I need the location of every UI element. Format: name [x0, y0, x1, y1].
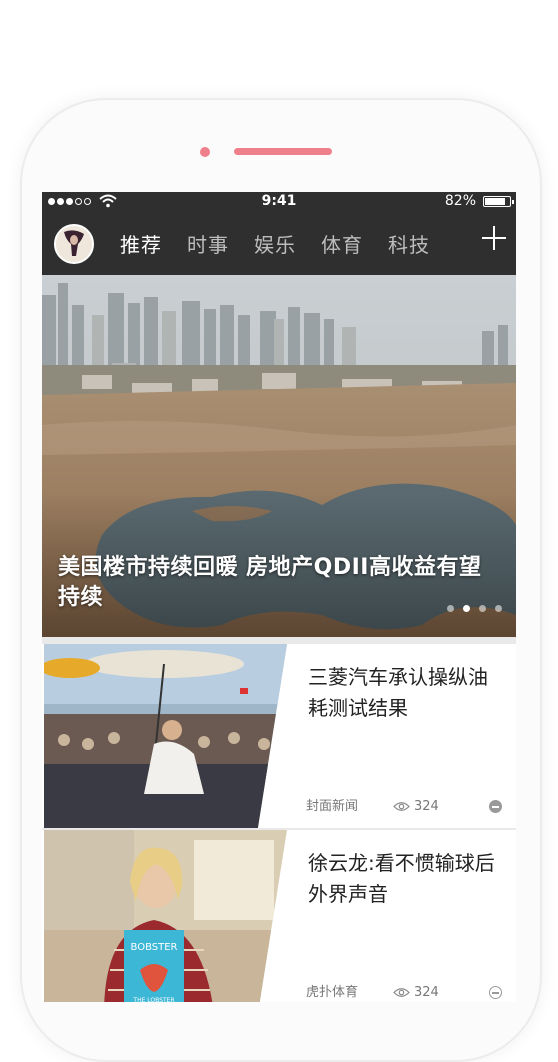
category-tabs: 推荐 时事 娱乐 体育 科技	[120, 229, 430, 258]
status-bar: 9:41 82%	[42, 192, 516, 212]
hero-headline[interactable]: 美国楼市持续回暖 房地产QDII高收益有望持续	[58, 553, 498, 613]
tab-4[interactable]: 科技	[388, 229, 430, 258]
view-count-value: 324	[414, 799, 439, 814]
tab-2[interactable]: 娱乐	[254, 229, 296, 258]
carousel-dot[interactable]	[479, 605, 486, 612]
carousel-indicator	[447, 605, 502, 612]
carousel-dot[interactable]	[447, 605, 454, 612]
eye-icon	[393, 802, 410, 811]
news-title[interactable]: 徐云龙:看不惯输球后外界声音	[308, 848, 504, 910]
front-camera	[200, 147, 210, 157]
hero-banner[interactable]: 美国楼市持续回暖 房地产QDII高收益有望持续	[42, 275, 516, 637]
top-navbar: 推荐 时事 娱乐 体育 科技	[42, 212, 516, 275]
carousel-dot[interactable]	[463, 605, 470, 612]
view-count-value: 324	[414, 985, 439, 1000]
earpiece-speaker	[234, 148, 332, 155]
view-count: 324	[393, 985, 439, 1000]
tab-1[interactable]: 时事	[187, 229, 229, 258]
dismiss-icon[interactable]	[489, 986, 502, 999]
svg-text:THE LOBSTER: THE LOBSTER	[132, 997, 174, 1002]
plus-icon[interactable]	[482, 226, 506, 250]
news-card-1[interactable]: 三菱汽车承认操纵油耗测试结果 封面新闻 324	[42, 644, 516, 828]
eye-icon	[393, 988, 410, 997]
app-screen: 9:41 82% 推荐 时事 娱乐 体育 科技 美国楼市持续回暖 房地产QDII…	[42, 192, 516, 1002]
tab-3[interactable]: 体育	[321, 229, 363, 258]
carousel-dot[interactable]	[495, 605, 502, 612]
news-thumbnail	[44, 644, 287, 828]
news-card-2[interactable]: BOBSTER THE LOBSTER 徐云龙:看不惯输球后外界声音 虎扑体育 …	[42, 830, 516, 1002]
battery-icon	[483, 196, 514, 207]
avatar-image	[56, 226, 92, 262]
dismiss-icon[interactable]	[489, 800, 502, 813]
svg-text:BOBSTER: BOBSTER	[131, 942, 178, 953]
view-count: 324	[393, 799, 439, 814]
tab-0[interactable]: 推荐	[120, 229, 162, 258]
news-source: 封面新闻	[306, 799, 359, 814]
news-title[interactable]: 三菱汽车承认操纵油耗测试结果	[308, 662, 504, 724]
battery-percent: 82%	[444, 193, 476, 209]
news-source: 虎扑体育	[306, 985, 359, 1000]
news-thumbnail: BOBSTER THE LOBSTER	[44, 830, 287, 1002]
user-avatar[interactable]	[54, 224, 94, 264]
